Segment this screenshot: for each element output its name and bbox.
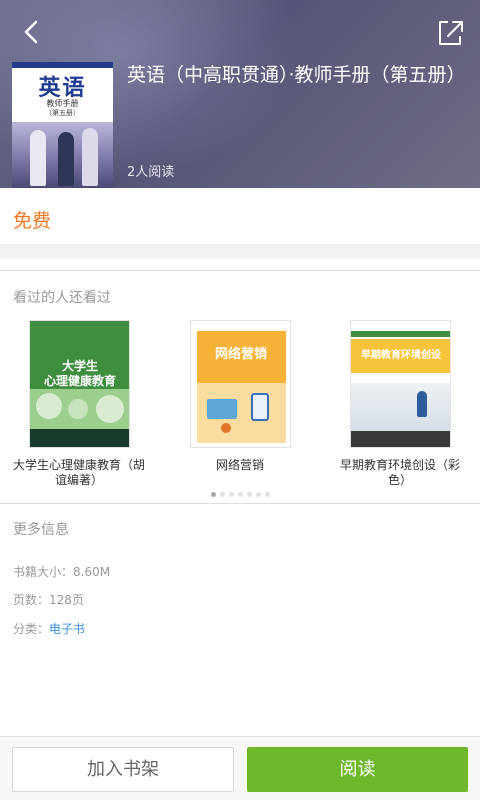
share-button[interactable] xyxy=(434,14,466,50)
bottom-action-bar: 加入书架 阅读 xyxy=(0,736,480,800)
page-dot xyxy=(210,492,216,497)
recommend-cover: 早期教育环境创设 xyxy=(349,320,451,448)
more-info-title: 更多信息 xyxy=(13,522,69,538)
page-indicator xyxy=(0,492,480,497)
share-icon xyxy=(439,21,463,45)
cover-figure xyxy=(30,130,46,186)
recommend-name: 早期教育环境创设（彩色） xyxy=(339,458,460,487)
book-category: 分类：电子书 xyxy=(13,620,85,637)
recommend-item[interactable]: 大学生 心理健康教育 大学生心理健康教育（胡谊编著） xyxy=(4,320,154,488)
cover-edition: （第五册） xyxy=(45,109,80,117)
book-title: 英语（中高职贯通）·教师手册（第五册） xyxy=(127,64,466,86)
back-button[interactable] xyxy=(14,14,50,50)
cover-art xyxy=(416,391,427,417)
book-size: 书籍大小：8.60M xyxy=(13,565,111,579)
cover-figure xyxy=(82,128,98,186)
cover-art xyxy=(29,429,129,447)
book-cover: 英语 教师手册 （第五册） xyxy=(12,62,113,188)
recommend-cover-text: 大学生 心理健康教育 xyxy=(43,359,116,388)
divider xyxy=(0,270,480,271)
book-detail-screen: 英语 教师手册 （第五册） 英语（中高职贯通）·教师手册（第五册） 2人阅读 免… xyxy=(0,0,480,800)
book-pages: 页数：128页 xyxy=(13,593,84,607)
recommend-cover-text: 早期教育环境创设 xyxy=(361,350,441,361)
recommend-item[interactable]: 早期教育环境创设 早期教育环境创设（彩色） xyxy=(325,320,475,488)
cover-art xyxy=(206,399,237,419)
price-label: 免费 xyxy=(13,210,52,232)
page-dot xyxy=(264,492,270,497)
cover-art xyxy=(350,431,450,447)
cover-art xyxy=(67,399,88,419)
read-count: 2人阅读 xyxy=(127,165,175,180)
recommend-cover: 网络营销 xyxy=(189,320,291,448)
cover-band xyxy=(12,62,113,68)
recommend-title: 看过的人还看过 xyxy=(13,290,111,306)
recommend-name: 网络营销 xyxy=(215,458,264,472)
recommend-name: 大学生心理健康教育（胡谊编著） xyxy=(12,458,145,487)
chevron-left-icon xyxy=(24,20,38,44)
cover-art xyxy=(350,383,450,433)
recommend-cover: 大学生 心理健康教育 xyxy=(28,320,130,448)
page-dot xyxy=(228,492,234,497)
cover-figure xyxy=(58,132,74,186)
page-dot xyxy=(219,492,225,497)
read-button[interactable]: 阅读 xyxy=(247,747,468,792)
cover-art xyxy=(35,393,62,419)
divider xyxy=(0,503,480,504)
page-dot xyxy=(255,492,261,497)
cover-art xyxy=(350,331,450,337)
page-dot xyxy=(246,492,252,497)
section-gap xyxy=(0,244,480,258)
book-header: 英语 教师手册 （第五册） 英语（中高职贯通）·教师手册（第五册） 2人阅读 xyxy=(0,0,480,188)
recommend-item[interactable]: 网络营销 网络营销 xyxy=(165,320,315,473)
recommend-cover-text: 网络营销 xyxy=(214,347,267,362)
page-dot xyxy=(237,492,243,497)
category-link[interactable]: 电子书 xyxy=(49,622,85,636)
cover-art xyxy=(95,395,124,423)
cover-art xyxy=(250,393,269,421)
add-to-shelf-button[interactable]: 加入书架 xyxy=(12,747,234,792)
category-label: 分类： xyxy=(13,622,50,636)
cover-art xyxy=(220,423,231,433)
